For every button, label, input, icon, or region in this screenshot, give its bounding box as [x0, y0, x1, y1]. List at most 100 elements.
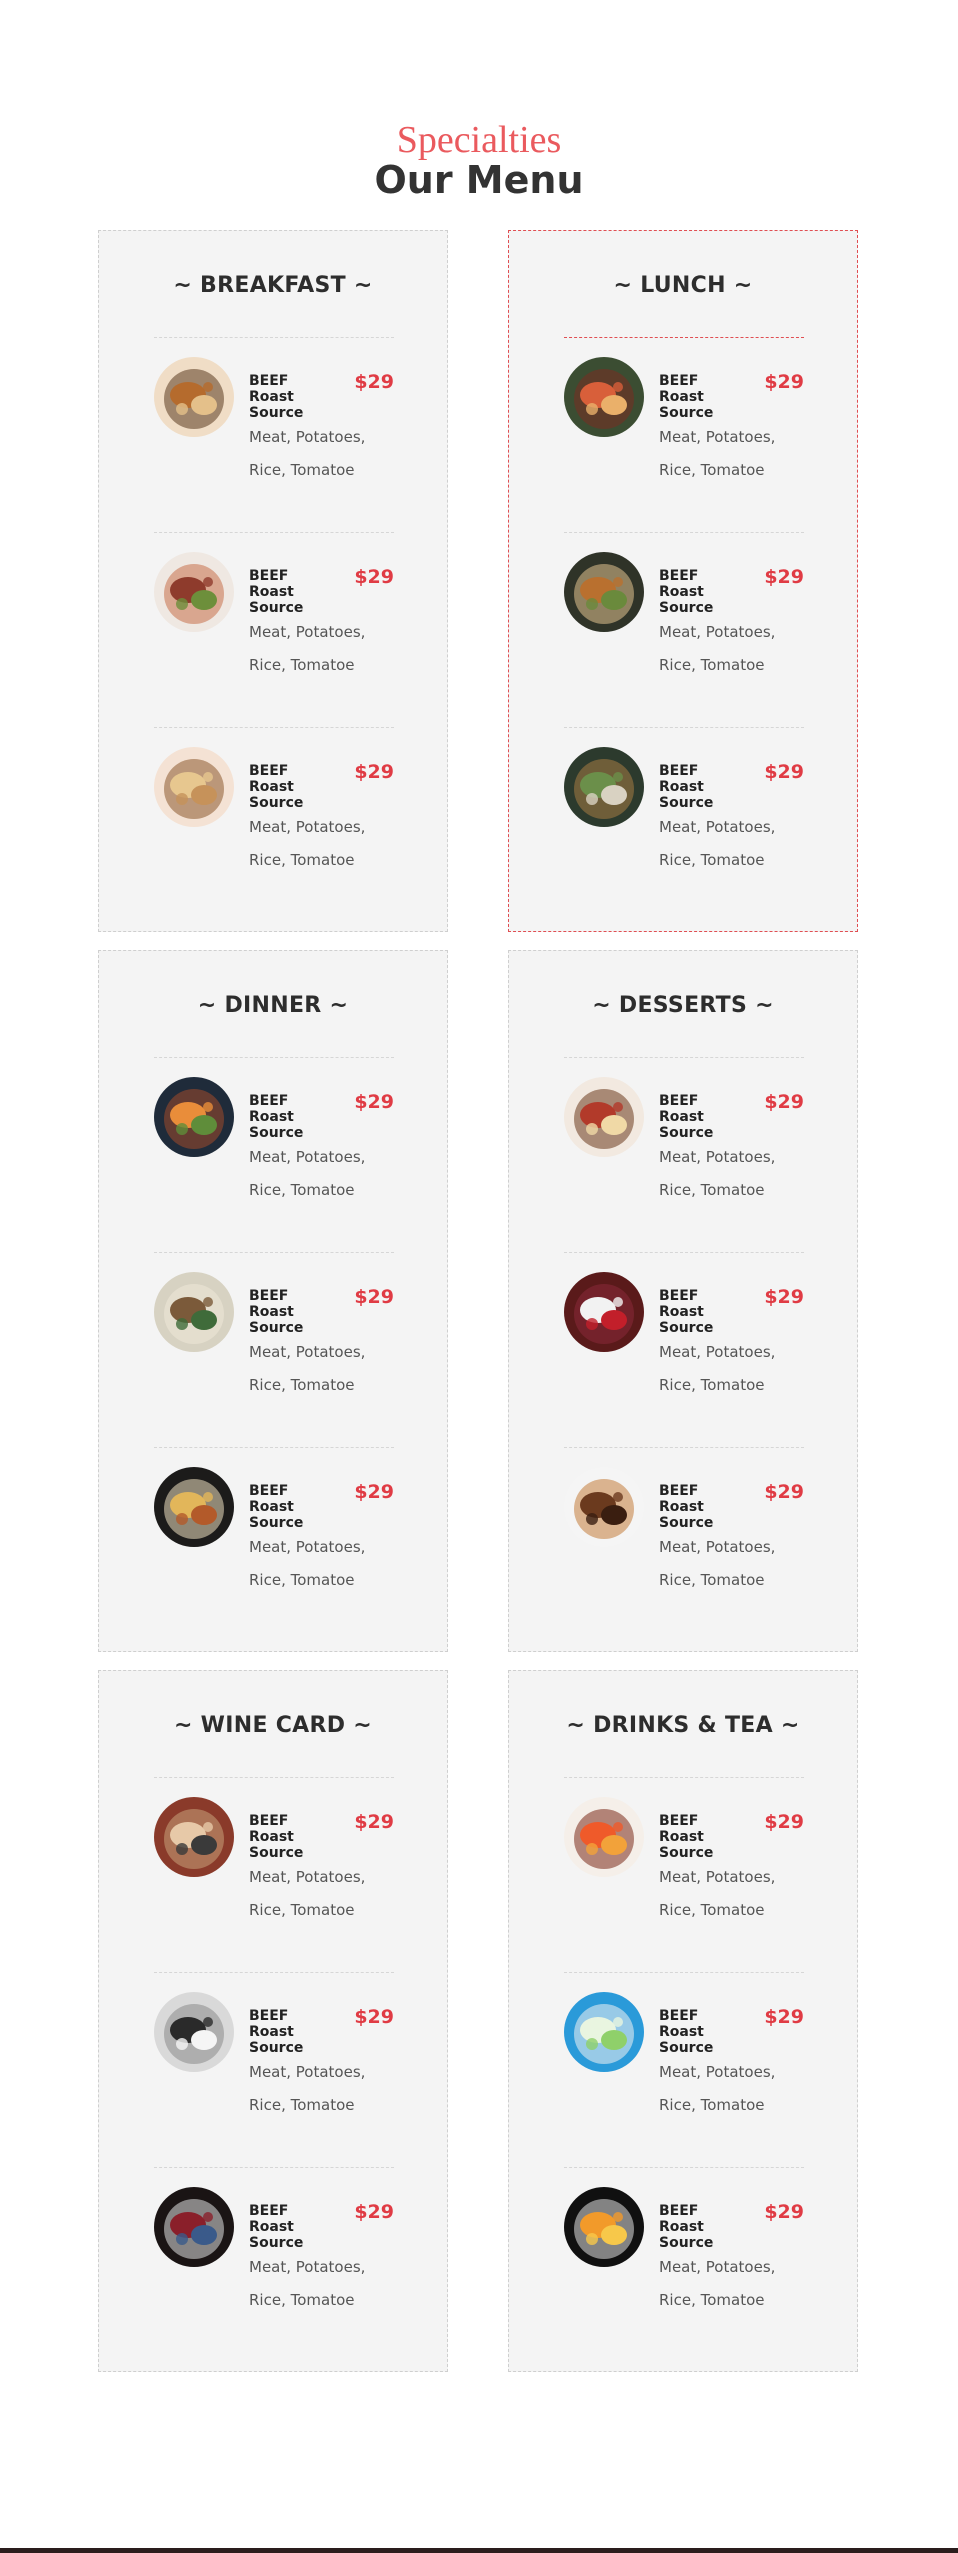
item-divider [154, 337, 394, 338]
menu-item[interactable]: BEEF Roast Source $29 Meat, Potatoes, Rice… [564, 337, 804, 532]
item-name: BEEF Roast Source [249, 763, 304, 811]
item-divider [154, 1252, 394, 1253]
item-description: Meat, Potatoes, Rice, Tomatoe [249, 1343, 366, 1394]
item-price: $29 [354, 761, 394, 783]
item-description: Meat, Potatoes, Rice, Tomatoe [249, 1868, 366, 1919]
menu-item[interactable]: BEEF Roast Source $29 Meat, Potatoes, Rice… [154, 1057, 394, 1252]
soup-bowl-image [154, 1272, 234, 1352]
item-divider [564, 1777, 804, 1778]
item-description: Meat, Potatoes, Rice, Tomatoe [659, 428, 776, 479]
item-name: BEEF Roast Source [659, 568, 714, 616]
item-price: $29 [764, 1811, 804, 1833]
item-price: $29 [354, 2201, 394, 2223]
item-divider [154, 2167, 394, 2168]
item-divider [564, 337, 804, 338]
item-name: BEEF Roast Source [249, 1483, 304, 1531]
item-price: $29 [354, 2006, 394, 2028]
menu-item[interactable]: BEEF Roast Source $29 Meat, Potatoes, Rice… [564, 1447, 804, 1642]
item-divider [154, 1777, 394, 1778]
item-description: Meat, Potatoes, Rice, Tomatoe [659, 1538, 776, 1589]
item-price: $29 [354, 1481, 394, 1503]
menu-card: ~ DESSERTS ~ BEEF Roast Source $29 Meat, P… [508, 950, 858, 1652]
menu-item[interactable]: BEEF Roast Source $29 Meat, Potatoes, Rice… [564, 2167, 804, 2362]
item-divider [564, 2167, 804, 2168]
item-price: $29 [764, 1481, 804, 1503]
menu-item[interactable]: BEEF Roast Source $29 Meat, Potatoes, Rice… [564, 1972, 804, 2167]
menu-item[interactable]: BEEF Roast Source $29 Meat, Potatoes, Rice… [564, 532, 804, 727]
menu-item[interactable]: BEEF Roast Source $29 Meat, Potatoes, Rice… [154, 1447, 394, 1642]
item-description: Meat, Potatoes, Rice, Tomatoe [249, 2063, 366, 2114]
item-description: Meat, Potatoes, Rice, Tomatoe [659, 1343, 776, 1394]
menu-card-title: ~ DINNER ~ [197, 993, 349, 1018]
item-price: $29 [764, 1091, 804, 1113]
menu-item[interactable]: BEEF Roast Source $29 Meat, Potatoes, Rice… [564, 727, 804, 922]
item-description: Meat, Potatoes, Rice, Tomatoe [249, 428, 366, 479]
item-description: Meat, Potatoes, Rice, Tomatoe [249, 1148, 366, 1199]
menu-card-title: ~ DESSERTS ~ [592, 993, 774, 1018]
item-price: $29 [354, 371, 394, 393]
mojito-image [564, 1992, 644, 2072]
menu-item[interactable]: BEEF Roast Source $29 Meat, Potatoes, Rice… [154, 1972, 394, 2167]
item-name: BEEF Roast Source [659, 1483, 714, 1531]
wine-pour-image [154, 1797, 234, 1877]
menu-item[interactable]: BEEF Roast Source $29 Meat, Potatoes, Rice… [154, 1777, 394, 1972]
lava-cake-image [564, 1467, 644, 1547]
item-price: $29 [764, 1286, 804, 1308]
menu-item[interactable]: BEEF Roast Source $29 Meat, Potatoes, Rice… [564, 1057, 804, 1252]
menu-card: ~ BREAKFAST ~ BEEF Roast Source $29 Meat, … [98, 230, 448, 932]
item-description: Meat, Potatoes, Rice, Tomatoe [659, 2063, 776, 2114]
item-description: Meat, Potatoes, Rice, Tomatoe [659, 1148, 776, 1199]
menu-card-title: ~ LUNCH ~ [613, 273, 753, 298]
item-divider [564, 1252, 804, 1253]
menu-card: ~ DINNER ~ BEEF Roast Source $29 Meat, Pot… [98, 950, 448, 1652]
section-subtitle: Specialties [396, 119, 562, 161]
menu-card-title: ~ DRINKS & TEA ~ [566, 1713, 800, 1738]
section-header: Specialties Our Menu [0, 118, 958, 202]
section-title: Our Menu [374, 158, 584, 202]
menu-item[interactable]: BEEF Roast Source $29 Meat, Potatoes, Rice… [154, 727, 394, 922]
menu-item[interactable]: BEEF Roast Source $29 Meat, Potatoes, Rice… [154, 337, 394, 532]
item-name: BEEF Roast Source [659, 1813, 714, 1861]
item-divider [154, 727, 394, 728]
item-name: BEEF Roast Source [249, 1813, 304, 1861]
menu-item[interactable]: BEEF Roast Source $29 Meat, Potatoes, Rice… [564, 1252, 804, 1447]
item-name: BEEF Roast Source [249, 1288, 304, 1336]
item-price: $29 [764, 761, 804, 783]
item-description: Meat, Potatoes, Rice, Tomatoe [659, 818, 776, 869]
item-price: $29 [354, 1811, 394, 1833]
item-name: BEEF Roast Source [249, 568, 304, 616]
item-name: BEEF Roast Source [659, 2008, 714, 2056]
item-description: Meat, Potatoes, Rice, Tomatoe [249, 2258, 366, 2309]
item-name: BEEF Roast Source [249, 373, 304, 421]
item-description: Meat, Potatoes, Rice, Tomatoe [249, 1538, 366, 1589]
item-divider [564, 1972, 804, 1973]
item-description: Meat, Potatoes, Rice, Tomatoe [659, 623, 776, 674]
menu-item[interactable]: BEEF Roast Source $29 Meat, Potatoes, Rice… [154, 532, 394, 727]
pancake-stack-image [564, 1077, 644, 1157]
item-name: BEEF Roast Source [659, 1288, 714, 1336]
item-divider [564, 1447, 804, 1448]
menu-item[interactable]: BEEF Roast Source $29 Meat, Potatoes, Rice… [154, 2167, 394, 2362]
salmon-dish-image [564, 357, 644, 437]
item-price: $29 [354, 566, 394, 588]
item-divider [154, 532, 394, 533]
menu-item[interactable]: BEEF Roast Source $29 Meat, Potatoes, Rice… [564, 1777, 804, 1972]
bottle-rack-image [154, 1992, 234, 2072]
menu-item[interactable]: BEEF Roast Source $29 Meat, Potatoes, Rice… [154, 1252, 394, 1447]
rice-plate-image [154, 1467, 234, 1547]
item-name: BEEF Roast Source [659, 373, 714, 421]
item-divider [154, 1057, 394, 1058]
item-divider [154, 1447, 394, 1448]
orange-cocktail-image [564, 2187, 644, 2267]
pasta-plate-image [154, 747, 234, 827]
item-name: BEEF Roast Source [249, 2203, 304, 2251]
item-name: BEEF Roast Source [659, 763, 714, 811]
item-divider [154, 1972, 394, 1973]
item-description: Meat, Potatoes, Rice, Tomatoe [659, 1868, 776, 1919]
orange-drinks-image [564, 1797, 644, 1877]
item-name: BEEF Roast Source [249, 1093, 304, 1141]
item-name: BEEF Roast Source [659, 1093, 714, 1141]
menu-card: ~ LUNCH ~ BEEF Roast Source $29 Meat, Pota… [508, 230, 858, 932]
item-divider [564, 727, 804, 728]
noodle-dish-image [154, 357, 234, 437]
